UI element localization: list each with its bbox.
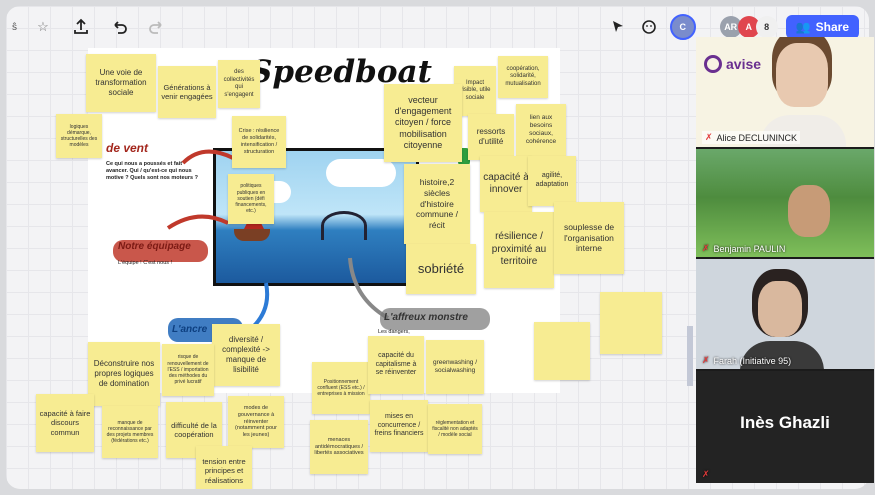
cursor-arrow-icon[interactable] xyxy=(606,15,630,39)
muted-mic-icon: ✗ xyxy=(702,355,710,365)
sticky-note[interactable]: réglementation et fiscalité non adaptés … xyxy=(428,404,482,454)
star-icon[interactable]: ☆ xyxy=(31,15,55,39)
label-anchor: L'ancre xyxy=(172,324,208,335)
sticky-note[interactable]: Déconstruire nos propres logiques de dom… xyxy=(88,342,160,406)
board-toolbar: ŝ ☆ xyxy=(6,6,202,48)
avatar-count[interactable]: 8 xyxy=(755,16,778,38)
sticky-note[interactable]: risque de renouvellement de l'ESS / impo… xyxy=(162,344,214,396)
redo-icon[interactable] xyxy=(145,15,169,39)
video-tile[interactable]: avise ✗ Alice DECLUNINCK xyxy=(696,37,874,147)
sticky-note[interactable]: des collectivités qui s'engagent xyxy=(218,60,260,108)
muted-indicator: ✗ xyxy=(702,469,710,480)
sticky-note[interactable]: Générations à venir engagées xyxy=(158,66,216,118)
share-button[interactable]: 👥 Share xyxy=(785,15,859,39)
sticky-note[interactable]: lien aux besoins sociaux, cohérence xyxy=(516,104,566,156)
sticky-note[interactable]: modes de gouvernance à réinventer (notam… xyxy=(228,396,284,448)
video-tile[interactable]: ✗ Farah (Initiative 95) xyxy=(696,259,874,369)
participant-name: ✗ Farah (Initiative 95) xyxy=(702,355,792,366)
board-name-fragment: ŝ xyxy=(12,21,17,33)
sticky-note[interactable]: politiques publiques en soutien (défi fi… xyxy=(228,174,274,224)
avise-logo: avise xyxy=(704,55,761,73)
muted-mic-icon: ✗ xyxy=(705,132,713,142)
video-call-panel: avise ✗ Alice DECLUNINCK ✗ Benjamin PAULIN… xyxy=(696,37,874,483)
participant-face xyxy=(788,185,830,237)
sticky-note[interactable]: Une voie de transformation sociale xyxy=(86,54,156,112)
people-icon: 👥 xyxy=(795,20,811,34)
sticky-note[interactable]: coopération, solidarité, mutualisation xyxy=(498,56,548,98)
side-panel-edge xyxy=(687,326,693,386)
label-team: Notre équipage xyxy=(118,241,191,252)
sticky-note[interactable]: souplesse de l'organisation interne xyxy=(554,202,624,274)
avatar[interactable]: C xyxy=(669,14,696,40)
sticky-note[interactable]: diversité / complexité -> manque de lisi… xyxy=(212,324,280,386)
sticky-note[interactable]: agilité, adaptation xyxy=(528,156,576,206)
label-monster: L'affreux monstre xyxy=(384,312,468,323)
sticky-note[interactable]: Positionnement confluent (ESS etc.) / en… xyxy=(312,362,370,414)
sticky-note-empty[interactable] xyxy=(600,292,662,354)
muted-mic-icon: ✗ xyxy=(702,243,710,253)
participant-face xyxy=(758,281,802,337)
sticky-note[interactable]: Crise : résilience de solidarités, inten… xyxy=(232,116,286,168)
muted-mic-icon: ✗ xyxy=(702,469,710,479)
sticky-note[interactable]: ressorts d'utilité xyxy=(468,114,514,160)
reaction-add-icon[interactable] xyxy=(638,15,662,39)
label-monster-question: Les dangers, xyxy=(378,329,410,335)
sticky-note-empty[interactable] xyxy=(534,322,590,380)
sticky-note[interactable]: sobriété xyxy=(406,244,476,294)
share-label: Share xyxy=(815,20,849,34)
label-wind: de vent xyxy=(106,141,149,155)
video-tile[interactable]: Inès Ghazli ✗ xyxy=(696,371,874,483)
sticky-note[interactable]: greenwashing / socialwashing xyxy=(426,340,484,394)
video-tile[interactable]: ✗ Benjamin PAULIN xyxy=(696,149,874,257)
participant-name-large: Inès Ghazli xyxy=(740,413,830,432)
sticky-note[interactable]: capacité du capitalisme à se réinventer xyxy=(368,336,424,394)
sticky-note[interactable]: histoire,2 siècles d'histoire commune / … xyxy=(404,164,470,244)
sticky-note[interactable]: mises en concurrence / freins financiers xyxy=(370,400,428,452)
sticky-note[interactable]: menaces antidémocratiques / libertés ass… xyxy=(310,420,368,474)
label-team-question: L'équipe ! C'est nous ! xyxy=(118,260,173,266)
sticky-note[interactable]: tension entre principes et réalisations xyxy=(196,446,252,489)
participant-face xyxy=(776,43,828,107)
sticky-note[interactable]: résilience / proximité au territoire xyxy=(484,212,554,288)
sticky-note[interactable]: vecteur d'engagement citoyen / force mob… xyxy=(384,84,462,162)
label-wind-question: Ce qui nous a poussés et fait avancer. Q… xyxy=(106,161,198,182)
participant-name: ✗ Alice DECLUNINCK xyxy=(702,131,801,144)
participant-name: ✗ Benjamin PAULIN xyxy=(702,243,786,254)
undo-icon[interactable] xyxy=(107,15,131,39)
upload-icon[interactable] xyxy=(69,15,93,39)
sticky-note[interactable]: capacité à innover xyxy=(480,156,532,212)
sticky-note[interactable]: logiques démarque, structurelles des mod… xyxy=(56,114,102,158)
sticky-note[interactable]: capacité à faire discours commun xyxy=(36,394,94,452)
sticky-note[interactable]: manque de reconnaissance par des projets… xyxy=(102,406,158,458)
